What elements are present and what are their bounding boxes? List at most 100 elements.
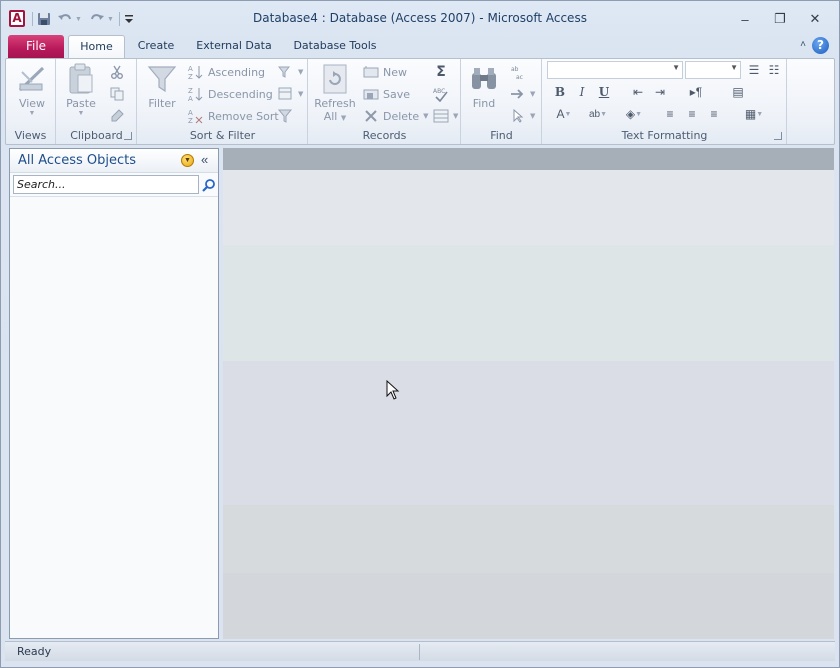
font-name-combo[interactable]: ▼ xyxy=(547,61,683,79)
filter-label: Filter xyxy=(148,97,176,110)
save-label: Save xyxy=(383,87,411,101)
shutter-bar-collapse-icon[interactable]: « xyxy=(201,152,208,167)
svg-text:Z: Z xyxy=(188,117,193,124)
workspace-header-bar xyxy=(223,148,834,170)
filter-button[interactable]: Filter xyxy=(144,63,180,110)
select-pointer-icon xyxy=(510,108,526,124)
tab-database-tools[interactable]: Database Tools xyxy=(287,35,383,59)
minimize-button[interactable]: – xyxy=(731,9,759,29)
new-label: New xyxy=(383,65,407,79)
copy-button[interactable] xyxy=(109,85,125,103)
paste-button[interactable]: Paste ▼ xyxy=(63,63,99,117)
group-find: Find ab ac ▼ ▼ Find xyxy=(462,59,542,144)
paragraph-direction-icon[interactable]: ▸¶ xyxy=(683,83,709,101)
decrease-indent-icon[interactable]: ⇤ xyxy=(629,83,647,101)
bullets-icon[interactable]: ☰ xyxy=(745,61,763,79)
align-left-icon[interactable]: ≡ xyxy=(661,105,679,123)
clipboard-dialog-launcher[interactable] xyxy=(124,132,132,140)
new-record-button[interactable]: New xyxy=(363,63,407,81)
help-icon[interactable]: ? xyxy=(812,37,829,54)
select-button[interactable]: ▼ xyxy=(510,107,535,125)
font-color-icon[interactable]: A ▼ xyxy=(551,105,577,123)
text-formatting-dialog-launcher[interactable] xyxy=(774,132,782,140)
highlight-color-icon[interactable]: ab ▼ xyxy=(583,105,613,123)
refresh-all-button[interactable]: Refresh All ▼ xyxy=(313,63,357,125)
nav-menu-dropdown-icon[interactable]: ▼ xyxy=(181,154,194,167)
save-record-button[interactable]: Save xyxy=(363,85,410,103)
workspace-background xyxy=(223,170,834,245)
arrow-right-icon xyxy=(510,86,526,102)
svg-text:A: A xyxy=(188,109,193,117)
selection-filter-icon xyxy=(278,64,294,80)
find-group-label: Find xyxy=(490,129,513,142)
svg-text:A: A xyxy=(188,95,193,102)
group-views: View ▼ Views xyxy=(6,59,56,144)
replace-icon: ab ac xyxy=(510,64,526,80)
selection-filter-button[interactable]: ▼ xyxy=(278,63,303,81)
go-to-button[interactable]: ▼ xyxy=(510,85,535,103)
view-button[interactable]: View ▼ xyxy=(15,63,49,117)
remove-sort-icon: AZ xyxy=(188,108,204,124)
align-center-icon[interactable]: ≡ xyxy=(683,105,701,123)
sort-ascending-button[interactable]: AZ Ascending xyxy=(188,63,265,81)
tab-file[interactable]: File xyxy=(8,35,64,58)
svg-text:Z: Z xyxy=(188,73,193,80)
search-icon[interactable] xyxy=(200,175,217,194)
italic-button[interactable]: I xyxy=(573,83,591,101)
group-text-formatting: ▼ ▼ ☰ ☷ B I U ⇤ ⇥ ▸¶ ▤ A ▼ ab ▼ ◈ ▼ ≡ ≡ ≡ ▦… xyxy=(543,59,787,144)
remove-sort-button[interactable]: AZ Remove Sort xyxy=(188,107,279,125)
new-record-icon xyxy=(363,64,379,80)
application-window: A ▼ ▼ Database4 : Database (Access 2007)… xyxy=(0,0,840,668)
totals-button[interactable]: Σ xyxy=(433,63,449,81)
tab-create[interactable]: Create xyxy=(130,35,182,59)
background-color-icon[interactable]: ◈ ▼ xyxy=(619,105,649,123)
mouse-pointer-icon xyxy=(386,379,400,403)
refresh-label: Refresh All ▼ xyxy=(314,97,356,123)
status-text: Ready xyxy=(17,645,52,658)
format-painter-button[interactable] xyxy=(109,107,125,125)
nav-search-input[interactable]: Search... xyxy=(13,175,199,194)
toggle-filter-icon xyxy=(278,108,294,124)
gridlines-icon[interactable]: ▤ xyxy=(723,83,753,101)
restore-button[interactable]: ❐ xyxy=(766,9,794,29)
increase-indent-icon[interactable]: ⇥ xyxy=(651,83,669,101)
paste-dropdown-caret: ▼ xyxy=(77,110,85,117)
window-title: Database4 : Database (Access 2007) - Mic… xyxy=(253,11,587,25)
workspace-background xyxy=(223,361,834,505)
cut-button[interactable] xyxy=(109,63,125,81)
font-size-combo[interactable]: ▼ xyxy=(685,61,741,79)
sigma-icon: Σ xyxy=(436,64,446,80)
numbering-icon[interactable]: ☷ xyxy=(765,61,783,79)
minimize-ribbon-icon[interactable]: ˄ xyxy=(800,39,806,50)
replace-button[interactable]: ab ac xyxy=(510,63,526,81)
refresh-icon xyxy=(319,63,351,95)
workspace-background xyxy=(223,245,834,361)
tab-external-data[interactable]: External Data xyxy=(191,35,277,59)
status-separator xyxy=(419,644,420,660)
copy-icon xyxy=(109,86,125,102)
ribbon-tabs: File Home Create External Data Database … xyxy=(1,35,839,59)
sort-ascending-icon: AZ xyxy=(188,64,204,80)
document-workspace[interactable] xyxy=(223,148,834,639)
more-records-button[interactable]: ▼ xyxy=(433,107,458,125)
advanced-filter-button[interactable]: ▼ xyxy=(278,85,303,103)
nav-pane-title[interactable]: All Access Objects xyxy=(18,153,136,168)
view-icon xyxy=(16,63,48,95)
nav-pane-header[interactable]: All Access Objects ▼ « xyxy=(10,149,218,173)
alternate-row-color-icon[interactable]: ▦ ▼ xyxy=(739,105,769,123)
navigation-pane: All Access Objects ▼ « Search... xyxy=(9,148,219,639)
tab-home[interactable]: Home xyxy=(68,35,125,59)
svg-text:ABC: ABC xyxy=(433,88,445,95)
sort-descending-button[interactable]: ZA Descending xyxy=(188,85,273,103)
svg-text:ac: ac xyxy=(516,74,523,80)
close-button[interactable]: ✕ xyxy=(801,9,829,29)
spelling-button[interactable]: ABC xyxy=(433,85,449,103)
underline-button[interactable]: U xyxy=(595,83,613,101)
toggle-filter-button[interactable] xyxy=(278,107,294,125)
bold-button[interactable]: B xyxy=(551,83,569,101)
delete-record-button[interactable]: Delete ▼ xyxy=(363,107,429,125)
nav-pane-divider xyxy=(10,196,218,197)
find-button[interactable]: Find xyxy=(466,63,502,110)
align-right-icon[interactable]: ≡ xyxy=(705,105,723,123)
group-clipboard: Paste ▼ Clipboard xyxy=(57,59,137,144)
